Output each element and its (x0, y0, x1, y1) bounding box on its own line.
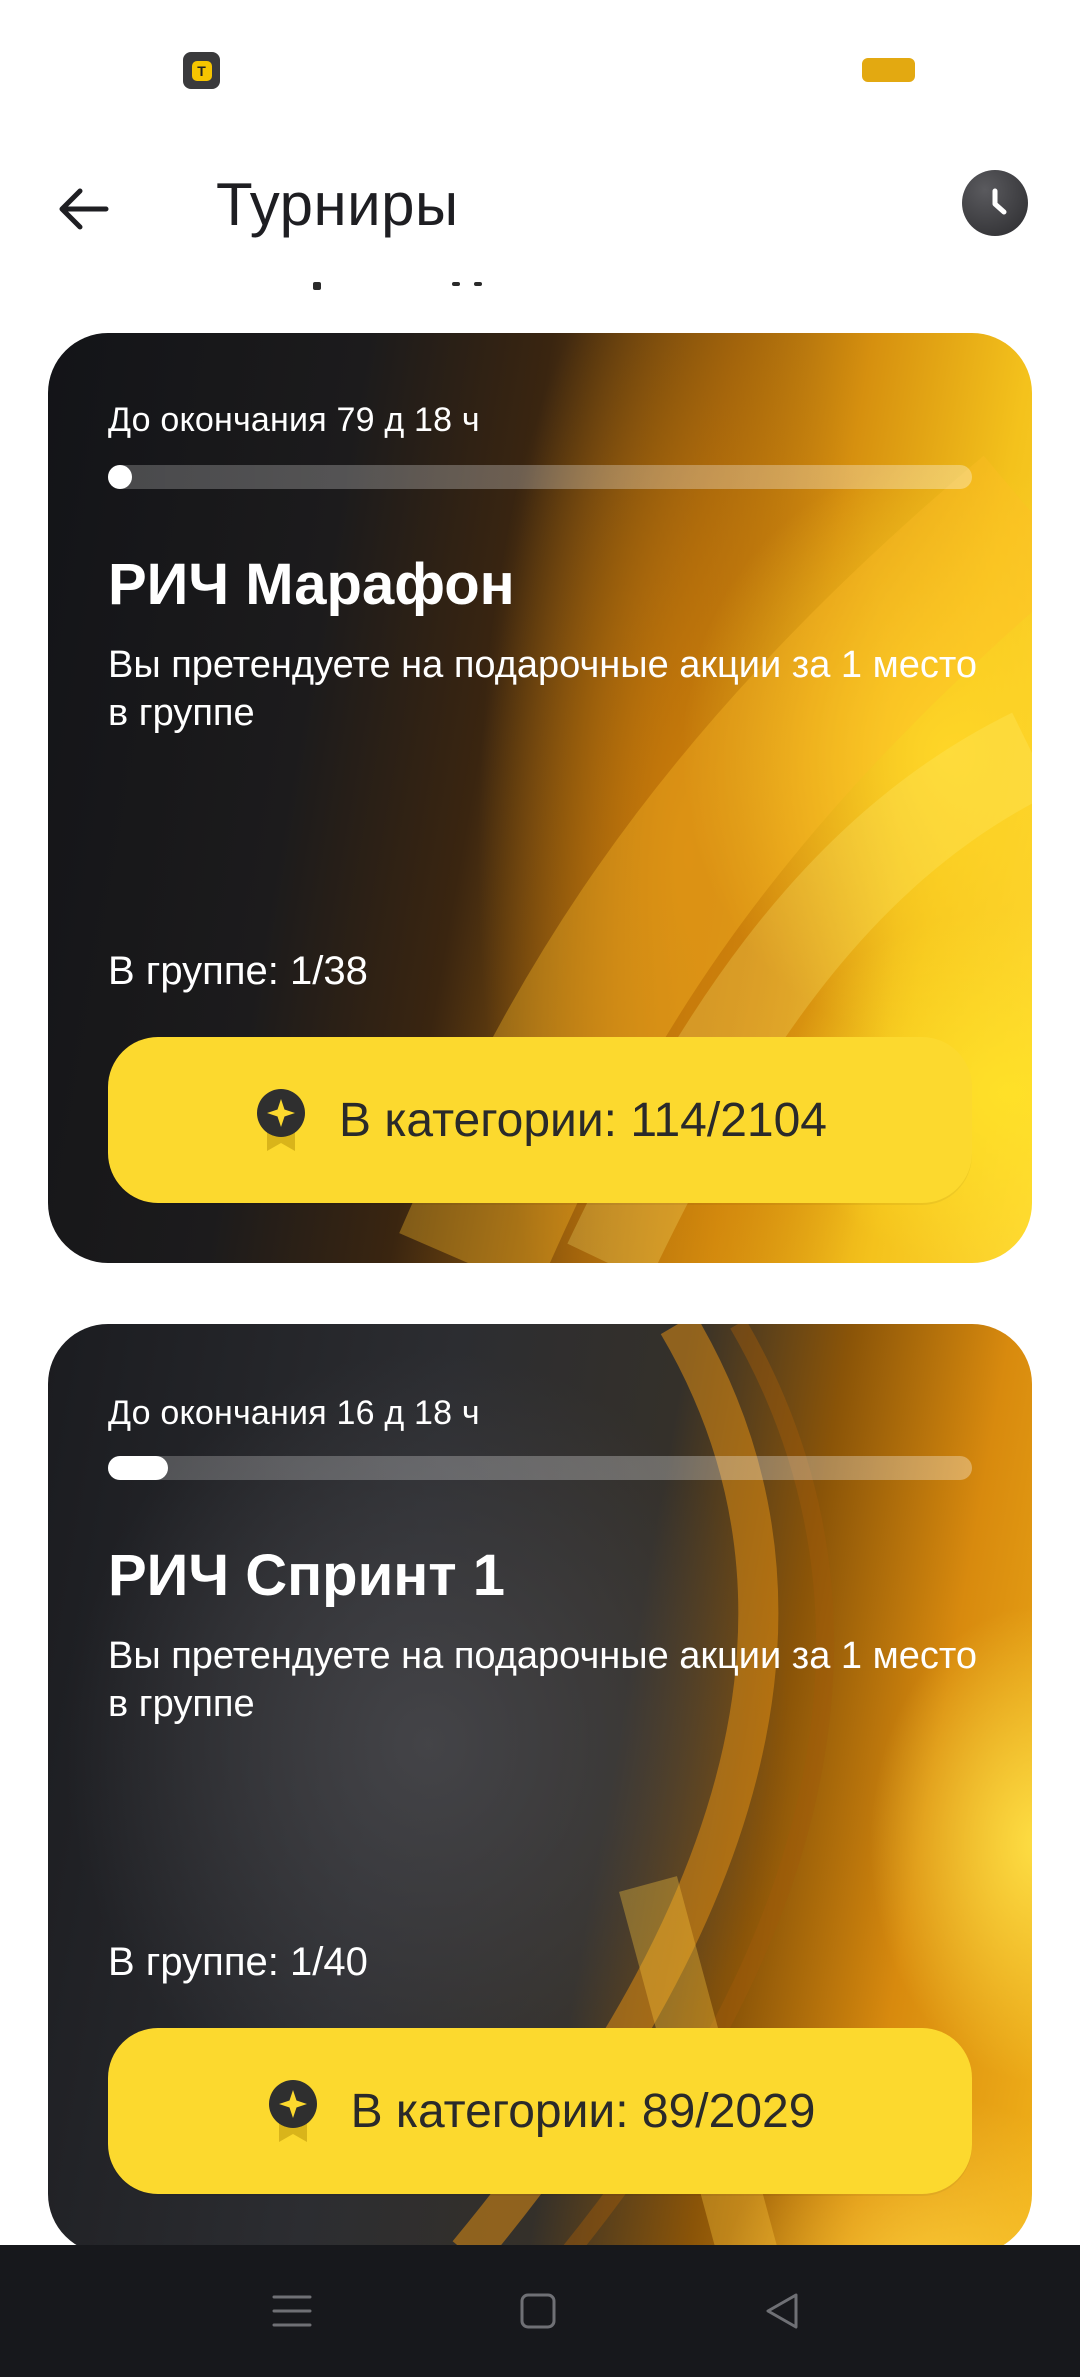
nav-back-button[interactable] (752, 2281, 812, 2341)
medal-star-icon (257, 1089, 306, 1151)
tournament-card[interactable]: До окончания 79 д 18 ч РИЧ Марафон Вы пр… (48, 333, 1032, 1263)
arrow-left-icon (59, 188, 109, 230)
app-logo-glyph: T (191, 60, 212, 81)
category-rank-button[interactable]: В категории: 114/2104 (108, 1037, 972, 1203)
app-logo-icon: T (183, 52, 220, 89)
nav-home-button[interactable] (508, 2281, 568, 2341)
home-square-icon (520, 2293, 556, 2329)
scroll-residue (313, 282, 321, 290)
tournament-card[interactable]: До окончания 16 д 18 ч РИЧ Спринт 1 Вы п… (48, 1324, 1032, 2254)
tournament-progress-bar (108, 1456, 972, 1480)
back-triangle-icon (766, 2293, 798, 2329)
system-nav-bar (0, 2245, 1080, 2377)
medal-star-icon (268, 2080, 317, 2142)
nav-menu-button[interactable] (262, 2281, 322, 2341)
progress-fill (108, 1456, 168, 1480)
scroll-residue (474, 282, 482, 286)
clock-icon (992, 188, 1007, 215)
tournament-progress-bar (108, 465, 972, 489)
category-rank-button[interactable]: В категории: 89/2029 (108, 2028, 972, 2194)
category-rank-label: В категории: 114/2104 (339, 1093, 827, 1147)
tournament-title: РИЧ Спринт 1 (108, 1543, 506, 1608)
progress-fill (108, 465, 132, 489)
tournament-title: РИЧ Марафон (108, 552, 515, 617)
app-header: Турниры (0, 140, 1080, 275)
tournament-timer: До окончания 79 д 18 ч (108, 401, 480, 439)
group-rank: В группе: 1/40 (108, 1940, 368, 1984)
tournament-description: Вы претендуете на подарочные акции за 1 … (108, 644, 977, 734)
menu-icon (272, 2295, 312, 2327)
category-rank-label: В категории: 89/2029 (350, 2084, 816, 2138)
page-title: Турниры (216, 171, 459, 238)
battery-icon (862, 58, 915, 82)
back-button[interactable] (48, 174, 118, 244)
tournament-description: Вы претендуете на подарочные акции за 1 … (108, 1635, 977, 1725)
history-button[interactable] (962, 170, 1028, 236)
tournament-timer: До окончания 16 д 18 ч (108, 1394, 480, 1432)
scroll-residue (452, 282, 460, 286)
group-rank: В группе: 1/38 (108, 949, 368, 993)
status-bar: T (0, 0, 1080, 140)
